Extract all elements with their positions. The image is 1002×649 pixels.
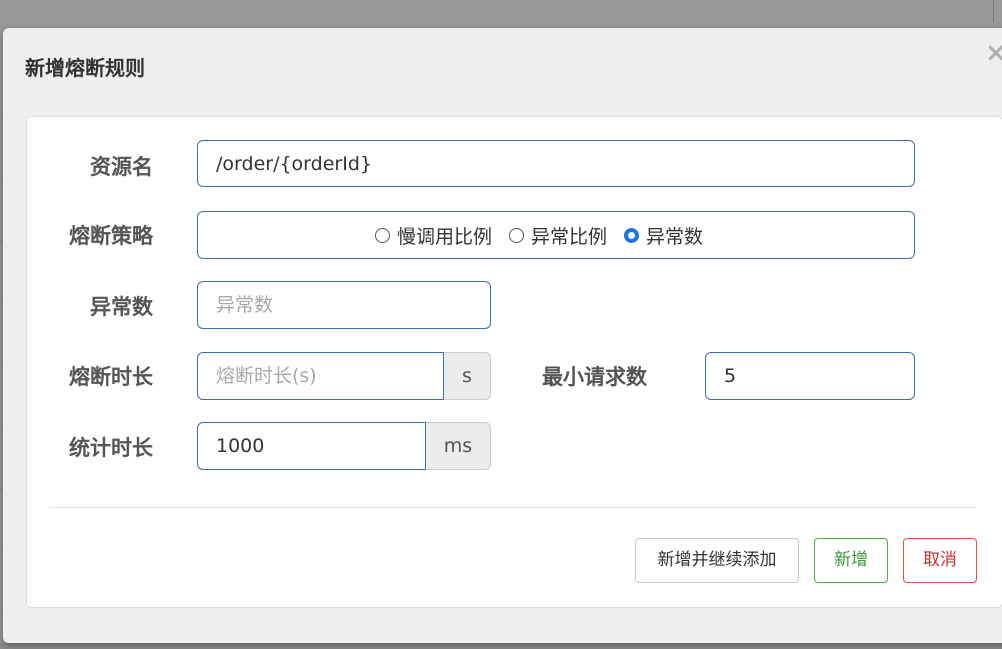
resource-input[interactable] [197,140,915,187]
strategy-radio-group: 慢调用比例 异常比例 异常数 [197,211,915,259]
radio-label: 异常比例 [531,225,608,248]
radio-label: 异常数 [646,225,704,248]
exception-count-label: 异常数 [90,295,153,319]
rule-dialog: 新增熔断规则 × 资源名 熔断策略 慢调用比例 异常比例 异常数 [3,28,1002,643]
background-strip [0,643,1002,649]
exception-count-input[interactable] [197,281,491,329]
break-duration-unit: s [444,352,491,400]
background-edge [993,0,994,22]
form-card: 资源名 熔断策略 慢调用比例 异常比例 异常数 异常数 [26,116,1002,608]
dialog-title: 新增熔断规则 [25,56,145,80]
strategy-label: 熔断策略 [69,224,153,248]
footer-divider [49,507,977,508]
min-requests-input[interactable] [705,352,915,400]
radio-checked-icon [624,227,640,243]
radio-exception-count[interactable]: 异常数 [624,222,703,249]
close-icon[interactable]: × [985,38,1002,68]
radio-label: 慢调用比例 [397,225,493,248]
cancel-button[interactable]: 取消 [903,538,977,583]
resource-label: 资源名 [90,155,153,179]
break-duration-label: 熔断时长 [69,365,153,389]
radio-exception-ratio[interactable]: 异常比例 [509,222,607,249]
add-button[interactable]: 新增 [814,538,888,583]
radio-unchecked-icon [509,227,525,243]
radio-slow-ratio[interactable]: 慢调用比例 [375,222,492,249]
add-and-continue-button[interactable]: 新增并继续添加 [635,538,799,583]
break-duration-input[interactable] [197,352,444,400]
stat-duration-input[interactable] [197,422,426,470]
radio-unchecked-icon [375,227,390,243]
stat-duration-unit: ms [426,422,491,470]
min-requests-label: 最小请求数 [542,365,647,389]
stat-duration-label: 统计时长 [69,436,153,460]
